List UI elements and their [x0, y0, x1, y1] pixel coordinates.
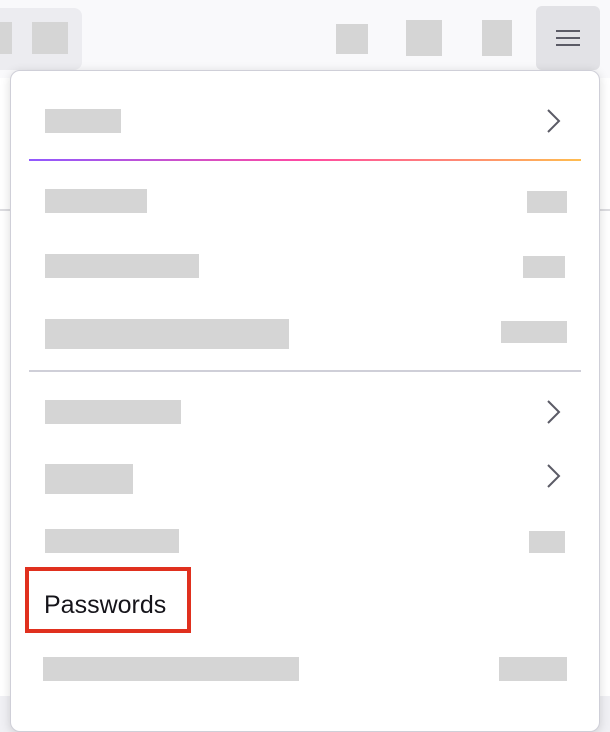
menu-item-label	[43, 657, 299, 681]
menu-item-submenu[interactable]	[31, 382, 581, 442]
tab-strip	[0, 8, 82, 70]
toolbar-icon[interactable]	[406, 20, 442, 56]
menu-item[interactable]	[31, 511, 581, 571]
menu-item-shortcut	[529, 531, 565, 553]
account-separator	[29, 159, 581, 161]
toolbar-icon[interactable]	[336, 24, 368, 54]
menu-item-shortcut	[523, 256, 565, 278]
tab-icon[interactable]	[32, 22, 68, 54]
menu-item[interactable]	[31, 641, 581, 701]
menu-item-label	[45, 254, 199, 278]
menu-separator	[29, 370, 581, 372]
menu-item-label	[45, 319, 289, 349]
menu-item-shortcut	[499, 657, 567, 681]
menu-item-label	[45, 400, 181, 424]
menu-item[interactable]	[31, 236, 581, 296]
menu-item-submenu[interactable]	[31, 446, 581, 506]
menu-item-label	[45, 109, 121, 133]
browser-toolbar	[0, 0, 610, 78]
menu-item-shortcut	[501, 321, 567, 343]
chevron-right-icon	[547, 400, 561, 424]
tab-icon[interactable]	[0, 22, 12, 54]
open-menu-button[interactable]	[536, 6, 600, 70]
menu-item-label	[45, 189, 147, 213]
menu-item-shortcut	[527, 191, 567, 213]
chevron-right-icon	[547, 109, 561, 133]
menu-item[interactable]	[31, 303, 581, 363]
menu-item-account[interactable]	[31, 91, 581, 151]
toolbar-icon[interactable]	[482, 20, 512, 56]
menu-item[interactable]	[31, 171, 581, 231]
menu-item-label	[45, 529, 179, 553]
menu-item-label	[45, 464, 133, 494]
hamburger-menu-icon	[556, 30, 580, 46]
chevron-right-icon	[547, 464, 561, 488]
passwords-highlight-box	[25, 567, 191, 633]
